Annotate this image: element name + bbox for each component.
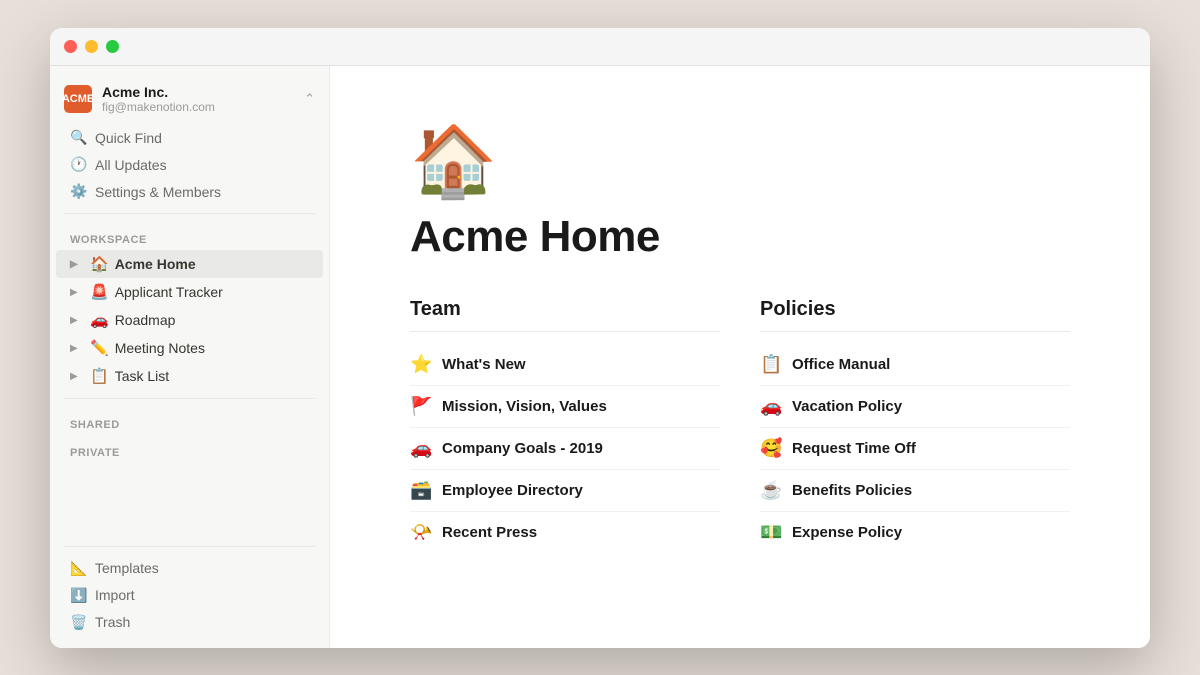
workspace-logo: ACME [64,85,92,113]
home-icon: 🏠 [90,255,109,273]
expense-icon: 💵 [760,522,782,543]
policies-heading: Policies [760,298,1070,332]
sidebar-item-roadmap[interactable]: ▶ 🚗 Roadmap [56,306,323,334]
chevron-icon: ▶ [70,259,84,270]
close-button[interactable] [64,40,77,53]
list-item[interactable]: 📋 Office Manual [760,344,1070,386]
sidebar-item-applicant-tracker[interactable]: ▶ 🚨 Applicant Tracker [56,278,323,306]
sidebar-item-quick-find[interactable]: 🔍 Quick Find [56,124,323,151]
chevron-icon: ▶ [70,343,84,354]
list-item[interactable]: 🚩 Mission, Vision, Values [410,386,720,428]
policies-column: Policies 📋 Office Manual 🚗 Vacation Poli… [760,298,1070,553]
team-list: ⭐ What's New 🚩 Mission, Vision, Values 🚗… [410,344,720,553]
minimize-button[interactable] [85,40,98,53]
workspace-info: Acme Inc. fig@makenotion.com [102,84,294,115]
page-icon: 🏠 [410,126,1070,196]
content-grid: Team ⭐ What's New 🚩 Mission, Vision, Val… [410,298,1070,553]
timeoff-icon: 🥰 [760,438,782,459]
templates-icon: 📐 [70,560,86,577]
workspace-section-label: WORKSPACE [50,222,329,250]
workspace-header[interactable]: ACME Acme Inc. fig@makenotion.com ⌃ [50,78,329,125]
sidebar-item-settings[interactable]: ⚙️ Settings & Members [56,178,323,205]
list-item[interactable]: 💵 Expense Policy [760,512,1070,553]
tasklist-icon: 📋 [90,367,109,385]
sidebar-divider-3 [64,546,315,547]
maximize-button[interactable] [106,40,119,53]
press-icon: 📯 [410,522,432,543]
list-item[interactable]: ☕ Benefits Policies [760,470,1070,512]
import-icon: ⬇️ [70,587,86,604]
vacation-icon: 🚗 [760,396,782,417]
benefits-icon: ☕ [760,480,782,501]
sidebar-item-task-list[interactable]: ▶ 📋 Task List [56,362,323,390]
team-heading: Team [410,298,720,332]
titlebar [50,28,1150,66]
clock-icon: 🕐 [70,156,86,173]
list-item[interactable]: 🗃️ Employee Directory [410,470,720,512]
sidebar-bottom: 📐 Templates ⬇️ Import 🗑️ Trash [50,530,329,636]
list-item[interactable]: ⭐ What's New [410,344,720,386]
chevron-icon: ▶ [70,287,84,298]
sidebar-item-import[interactable]: ⬇️ Import [56,582,323,609]
tracker-icon: 🚨 [90,283,109,301]
sidebar-divider [64,213,315,214]
app-body: ACME Acme Inc. fig@makenotion.com ⌃ 🔍 Qu… [50,66,1150,648]
list-item[interactable]: 🚗 Vacation Policy [760,386,1070,428]
private-section-label: PRIVATE [50,435,329,463]
list-item[interactable]: 📯 Recent Press [410,512,720,553]
notes-icon: ✏️ [90,339,109,357]
sidebar: ACME Acme Inc. fig@makenotion.com ⌃ 🔍 Qu… [50,66,330,648]
workspace-name: Acme Inc. [102,84,294,101]
search-icon: 🔍 [70,129,86,146]
shared-section-label: SHARED [50,407,329,435]
sidebar-item-trash[interactable]: 🗑️ Trash [56,609,323,636]
directory-icon: 🗃️ [410,480,432,501]
traffic-lights [64,40,119,53]
app-window: ACME Acme Inc. fig@makenotion.com ⌃ 🔍 Qu… [50,28,1150,648]
gear-icon: ⚙️ [70,183,86,200]
policies-list: 📋 Office Manual 🚗 Vacation Policy 🥰 Requ… [760,344,1070,553]
chevron-icon: ▶ [70,315,84,326]
list-item[interactable]: 🥰 Request Time Off [760,428,1070,470]
team-column: Team ⭐ What's New 🚩 Mission, Vision, Val… [410,298,720,553]
star-icon: ⭐ [410,354,432,375]
manual-icon: 📋 [760,354,782,375]
list-item[interactable]: 🚗 Company Goals - 2019 [410,428,720,470]
page-title: Acme Home [410,212,1070,262]
flag-icon: 🚩 [410,396,432,417]
chevron-icon: ▶ [70,371,84,382]
trash-icon: 🗑️ [70,614,86,631]
chevron-icon: ⌃ [304,91,315,107]
sidebar-divider-2 [64,398,315,399]
workspace-email: fig@makenotion.com [102,100,294,114]
sidebar-item-all-updates[interactable]: 🕐 All Updates [56,151,323,178]
main-content: 🏠 Acme Home Team ⭐ What's New 🚩 Mission,… [330,66,1150,648]
sidebar-item-templates[interactable]: 📐 Templates [56,555,323,582]
sidebar-item-acme-home[interactable]: ▶ 🏠 Acme Home [56,250,323,278]
sidebar-item-meeting-notes[interactable]: ▶ ✏️ Meeting Notes [56,334,323,362]
car-icon: 🚗 [410,438,432,459]
roadmap-icon: 🚗 [90,311,109,329]
